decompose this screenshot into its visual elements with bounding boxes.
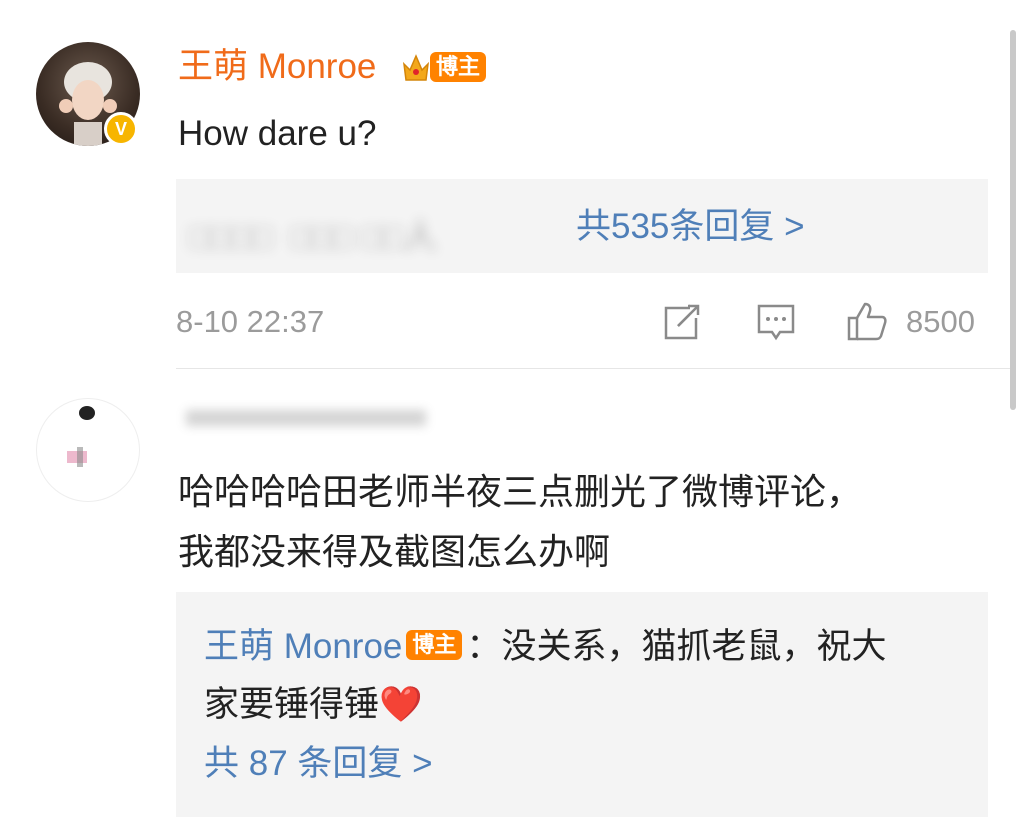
blurred-username[interactable] xyxy=(186,402,446,436)
blogger-badge: 博主 xyxy=(430,52,487,82)
avatar-photo xyxy=(67,406,95,467)
blogger-badge: 博主 xyxy=(406,630,463,660)
avatar[interactable] xyxy=(36,398,140,502)
reply-separator: ： xyxy=(466,627,502,666)
reply-preview-tail: 人 xyxy=(403,218,438,256)
comment-text-line2: 我都没来得及截图怎么办啊 xyxy=(178,531,611,572)
replies-preview-box[interactable]: 王萌 Monroe 博主 ：没关系，猫抓老鼠，祝大家要锤得锤❤️ 共 87 条回复 … xyxy=(176,592,988,817)
reply-count-link[interactable]: 共 87 条回复 > xyxy=(204,742,433,786)
comment-text-line1: 哈哈哈哈田老师半夜三点删光了微博评论， xyxy=(178,471,863,512)
share-icon[interactable] xyxy=(664,302,702,340)
thumbs-up-icon[interactable] xyxy=(846,300,888,342)
crown-icon xyxy=(402,54,430,81)
like-count: 8500 xyxy=(906,304,975,339)
reply-text-line1: 没关系，猫抓老鼠，祝大 xyxy=(501,627,887,666)
verified-v-icon: V xyxy=(104,112,138,146)
reply-count-link[interactable]: 共535条回复 > xyxy=(576,205,805,249)
reply-author[interactable]: 王萌 Monroe xyxy=(204,627,402,666)
scrollbar[interactable] xyxy=(1010,30,1016,410)
author-reply: 王萌 Monroe 博主 ：没关系，猫抓老鼠，祝大家要锤得锤❤️ xyxy=(204,618,964,734)
blurred-reply-preview: □□□□ □□□ □□人 xyxy=(190,218,438,256)
reply-text-line2: 家要锤得锤 xyxy=(204,685,380,724)
comment-icon[interactable] xyxy=(756,302,796,342)
replies-preview-box[interactable]: □□□□ □□□ □□人 共535条回复 > xyxy=(176,179,988,273)
timestamp: 8-10 22:37 xyxy=(176,304,325,339)
comment-author[interactable]: 王萌 Monroe xyxy=(178,44,376,90)
comment-text: How dare u? xyxy=(178,114,377,153)
heart-icon: ❤️ xyxy=(379,685,423,724)
comment-divider xyxy=(176,368,1012,369)
comment-text: 哈哈哈哈田老师半夜三点删光了微博评论， 我都没来得及截图怎么办啊 xyxy=(178,462,978,582)
